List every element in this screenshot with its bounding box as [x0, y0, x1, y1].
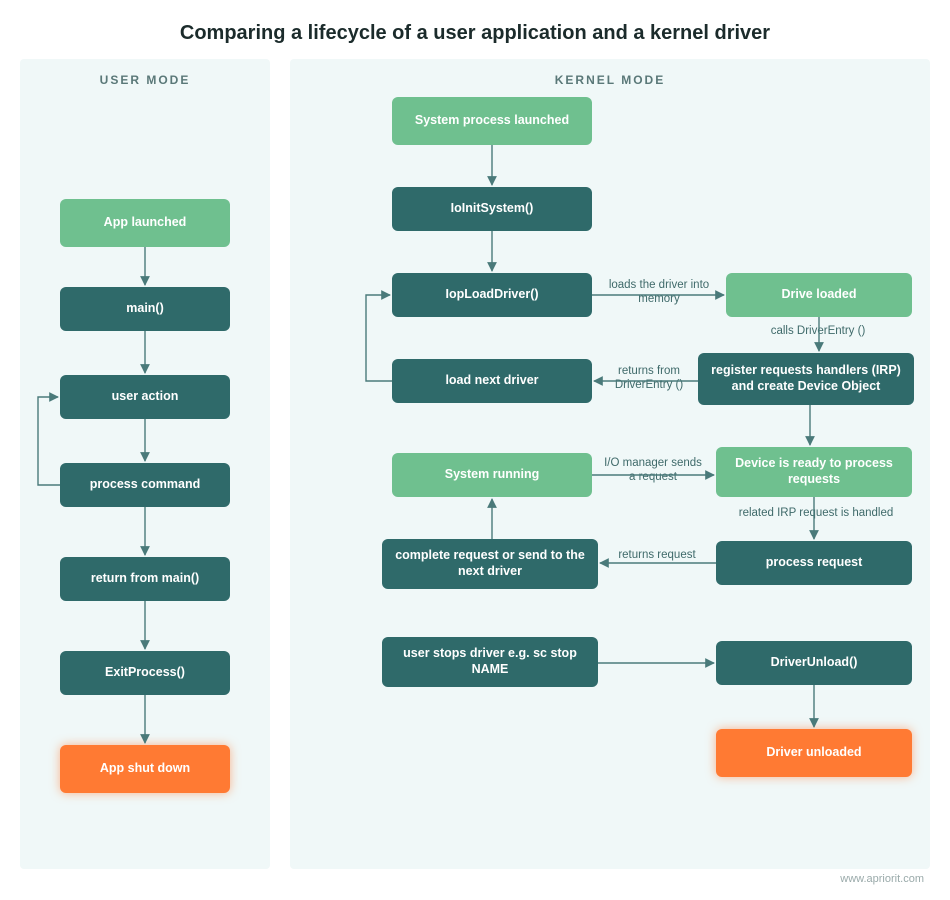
node-drive-loaded: Drive loaded [726, 273, 912, 317]
node-main: main() [60, 287, 230, 331]
node-register-handlers: register requests handlers (IRP) and cre… [698, 353, 914, 405]
node-ioinitsystem: IoInitSystem() [392, 187, 592, 231]
edge-label-loads-driver: loads the driver into memory [604, 279, 714, 307]
edge-label-returns-req: returns request [618, 549, 696, 563]
node-app-launched: App launched [60, 199, 230, 247]
node-process-request: process request [716, 541, 912, 585]
node-user-stops-driver: user stops driver e.g. sc stop NAME [382, 637, 598, 687]
user-mode-heading: USER MODE [20, 59, 270, 87]
node-return-main: return from main() [60, 557, 230, 601]
kernel-mode-heading: KERNEL MODE [290, 59, 930, 87]
node-device-ready: Device is ready to process requests [716, 447, 912, 497]
edge-label-returns-de: returns from DriverEntry () [604, 365, 694, 393]
node-iopload-driver: IopLoadDriver() [392, 273, 592, 317]
node-exit-process: ExitProcess() [60, 651, 230, 695]
diagram-canvas: USER MODE KERNEL MODE App launched main(… [0, 59, 950, 889]
node-system-running: System running [392, 453, 592, 497]
node-driver-unload: DriverUnload() [716, 641, 912, 685]
node-app-shutdown: App shut down [60, 745, 230, 793]
watermark: www.apriorit.com [840, 873, 924, 885]
node-driver-unloaded: Driver unloaded [716, 729, 912, 777]
edge-label-irp-handled: related IRP request is handled [716, 507, 916, 521]
node-load-next-driver: load next driver [392, 359, 592, 403]
node-user-action: user action [60, 375, 230, 419]
node-process-command: process command [60, 463, 230, 507]
node-system-launched: System process launched [392, 97, 592, 145]
edge-label-calls-de: calls DriverEntry () [758, 325, 878, 339]
node-complete-request: complete request or send to the next dri… [382, 539, 598, 589]
page-title: Comparing a lifecycle of a user applicat… [0, 0, 950, 59]
edge-label-io-manager: I/O manager sends a request [602, 457, 704, 485]
